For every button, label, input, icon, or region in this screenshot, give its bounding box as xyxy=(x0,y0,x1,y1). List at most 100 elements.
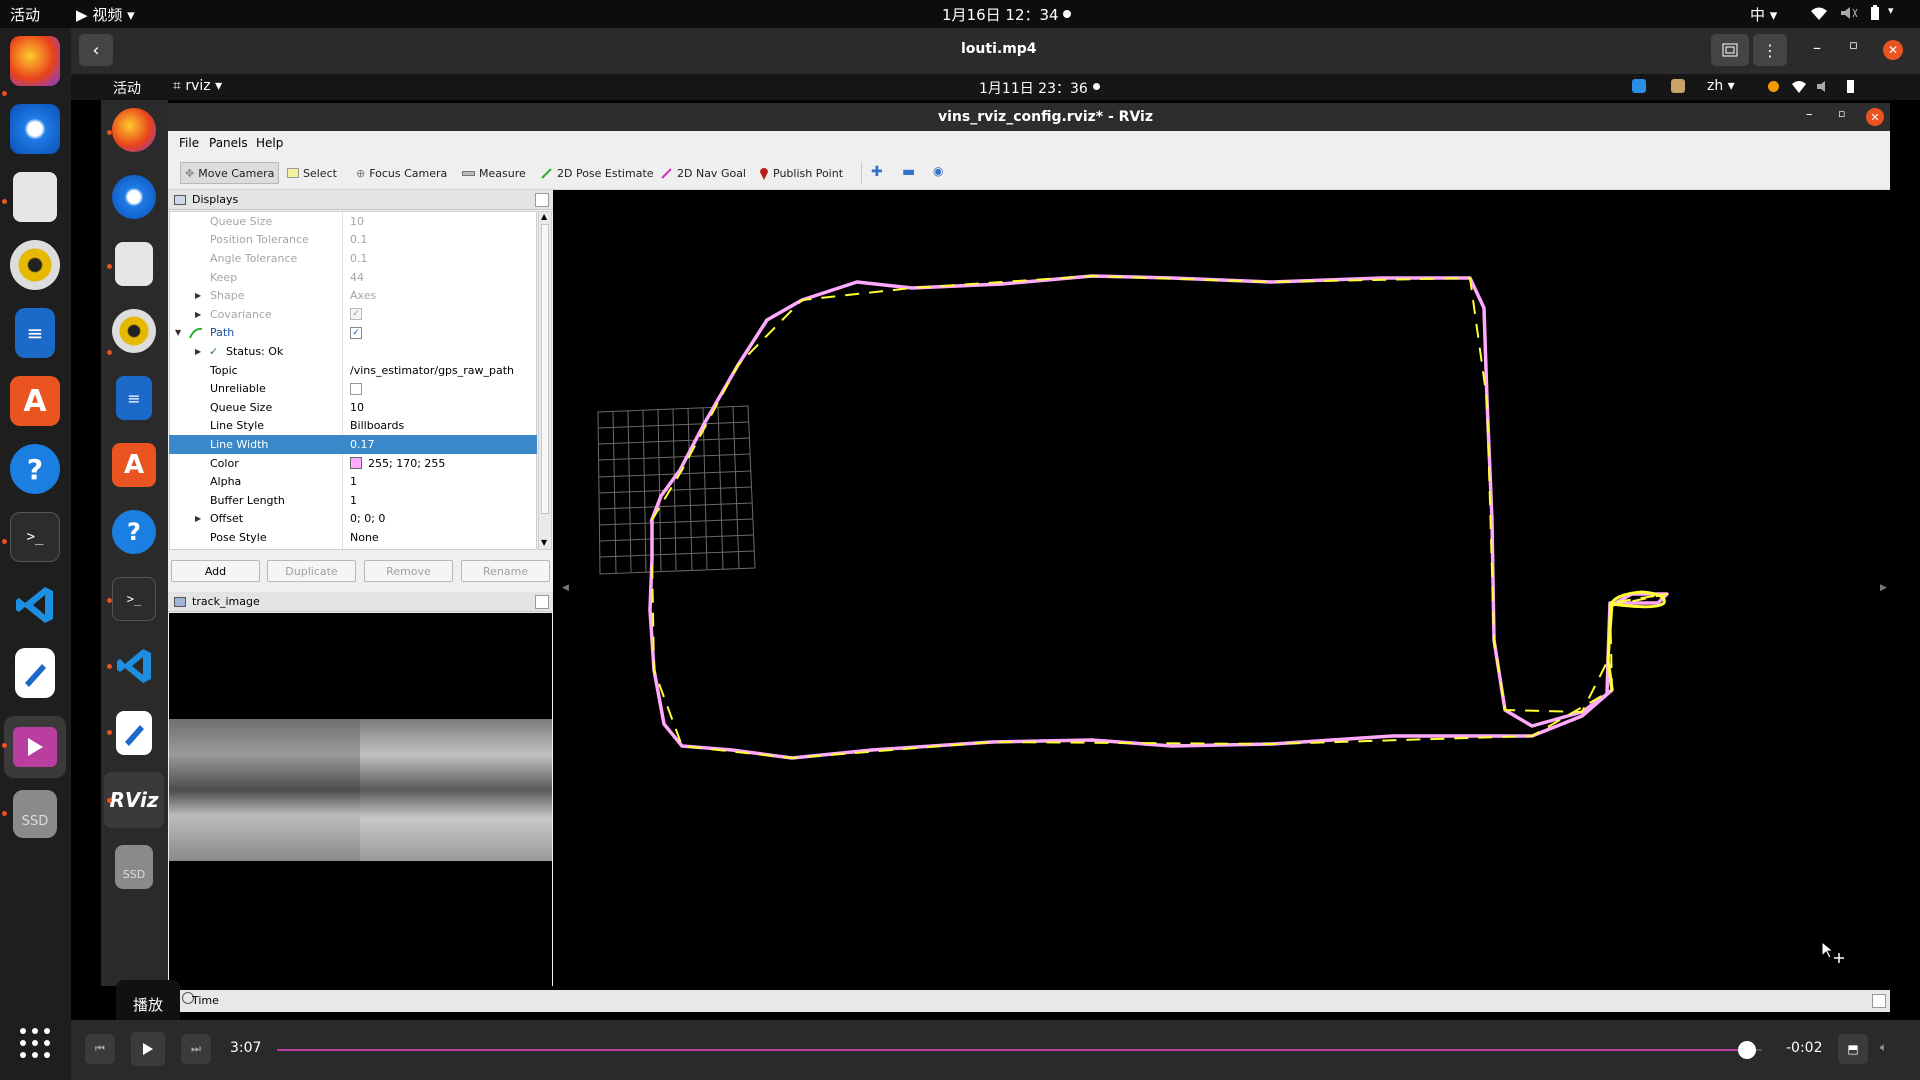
rhythmbox-icon[interactable] xyxy=(10,240,60,290)
property-row-keep[interactable]: Keep 44 xyxy=(169,268,537,287)
inner-input-method-label: zh xyxy=(1707,78,1724,94)
battery-icon[interactable] xyxy=(1870,5,1880,21)
image-undock-button[interactable] xyxy=(535,595,549,609)
seek-handle[interactable] xyxy=(1738,1041,1757,1059)
player-menu-button[interactable]: ⋮ xyxy=(1753,34,1787,66)
subtitles-button[interactable]: ⬒ xyxy=(1838,1034,1868,1064)
duplicate-display-button[interactable]: Duplicate xyxy=(267,560,356,582)
play-button[interactable] xyxy=(131,1032,165,1066)
3d-viewport[interactable] xyxy=(572,190,1875,986)
property-row-line-style[interactable]: Line Style Billboards xyxy=(169,417,537,436)
skip-back-button[interactable]: ⏮ xyxy=(85,1034,115,1064)
fullscreen-button[interactable] xyxy=(1711,34,1749,66)
back-button[interactable]: ‹ xyxy=(79,34,113,66)
terminal-icon[interactable]: >_ xyxy=(10,512,60,562)
property-row-alpha[interactable]: Alpha 1 xyxy=(169,472,537,491)
app-center-icon[interactable]: A xyxy=(10,376,60,426)
expand-arrow-icon[interactable]: ▶ xyxy=(195,291,201,300)
property-row-covariance[interactable]: ▶ Covariance ✓ xyxy=(169,305,537,324)
image-display-icon xyxy=(174,596,186,607)
maximize-button[interactable]: ▫ xyxy=(1849,38,1858,53)
activities-button[interactable]: 活动 xyxy=(10,4,40,25)
video-player-icon[interactable] xyxy=(4,716,66,778)
property-row-path[interactable]: ▼ Path ✓ xyxy=(169,324,537,343)
show-apps-icon[interactable] xyxy=(10,1018,60,1068)
property-row-angle-tolerance[interactable]: Angle Tolerance 0.1 xyxy=(169,249,537,268)
running-indicator xyxy=(107,664,112,669)
update-indicator-icon xyxy=(1768,81,1779,92)
expand-arrow-icon[interactable]: ▶ xyxy=(195,347,201,356)
scroll-down-icon[interactable]: ▼ xyxy=(541,538,547,547)
property-row-offset[interactable]: ▶ Offset 0; 0; 0 xyxy=(169,510,537,529)
files-icon[interactable] xyxy=(13,172,57,222)
property-key: Unreliable xyxy=(210,382,266,396)
splitter-right-arrow-icon[interactable]: ▶ xyxy=(1880,583,1887,593)
firefox-icon[interactable] xyxy=(10,36,60,86)
2d-pose-estimate-tool[interactable]: 2D Pose Estimate xyxy=(537,162,658,184)
system-menu-arrow-icon[interactable]: ▾ xyxy=(1888,4,1894,17)
property-row-topic[interactable]: Topic/vins_estimator/gps_raw_path xyxy=(169,361,537,380)
subtitles-icon: ⬒ xyxy=(1847,1042,1859,1056)
move-camera-tool[interactable]: ✥ Move Camera xyxy=(180,162,280,184)
skip-forward-button[interactable]: ⏭ xyxy=(181,1034,211,1064)
displays-scrollbar[interactable]: ▲ ▼ xyxy=(538,211,552,550)
menu-panels[interactable]: Panels xyxy=(209,136,248,150)
expand-arrow-icon[interactable]: ▶ xyxy=(195,514,201,523)
elapsed-time: 3:07 xyxy=(230,1040,262,1056)
property-row-color[interactable]: Color 255; 170; 255 xyxy=(169,454,537,473)
measure-tool[interactable]: Measure xyxy=(458,162,530,184)
tool-properties-icon[interactable]: ◉ xyxy=(933,164,943,178)
publish-point-tool[interactable]: Publish Point xyxy=(755,162,847,184)
rename-display-button[interactable]: Rename xyxy=(461,560,550,582)
collapse-arrow-icon[interactable]: ▼ xyxy=(175,328,181,337)
property-row-queue-size[interactable]: Queue Size 10 xyxy=(169,212,537,231)
nav-goal-label: 2D Nav Goal xyxy=(677,166,746,180)
menu-help[interactable]: Help xyxy=(256,136,283,150)
remove-display-button[interactable]: Remove xyxy=(364,560,453,582)
vscode-icon[interactable] xyxy=(10,580,60,630)
text-editor-icon[interactable] xyxy=(15,648,55,698)
property-row-status[interactable]: ▶ ✓ Status: Ok xyxy=(169,342,537,361)
path-enabled-checkbox[interactable]: ✓ xyxy=(350,326,362,339)
outer-dock: ≡ A ? >_ SSD xyxy=(0,28,71,1080)
property-row-line-width[interactable]: Line Width 0.17 xyxy=(169,435,537,454)
displays-undock-button[interactable] xyxy=(535,193,549,207)
property-row-queue-size[interactable]: Queue Size 10 xyxy=(169,398,537,417)
time-undock-button[interactable] xyxy=(1872,994,1886,1008)
expand-arrow-icon[interactable]: ▶ xyxy=(195,310,201,319)
thunderbird-icon[interactable] xyxy=(10,104,60,154)
app-menu[interactable]: ▶ 视频 ▾ xyxy=(76,4,135,25)
path-end-loop-yellow xyxy=(1606,590,1666,691)
add-tool-icon[interactable]: ✚ xyxy=(871,164,883,180)
close-button[interactable]: ✕ xyxy=(1883,40,1903,60)
clock[interactable]: 1月16日 12：34 xyxy=(942,4,1059,25)
remove-tool-icon[interactable]: ▬ xyxy=(902,164,915,180)
help-icon[interactable]: ? xyxy=(10,444,60,494)
property-row-buffer-length[interactable]: Buffer Length 1 xyxy=(169,491,537,510)
add-display-button[interactable]: Add xyxy=(171,560,260,582)
scroll-up-icon[interactable]: ▲ xyxy=(541,212,547,221)
scrollbar-thumb[interactable] xyxy=(541,224,549,514)
rviz-minimize-button: – xyxy=(1806,107,1813,122)
menu-file[interactable]: File xyxy=(179,136,199,150)
focus-camera-tool[interactable]: ⊕ Focus Camera xyxy=(352,162,451,184)
volume-icon[interactable] xyxy=(1840,6,1858,20)
wifi-icon[interactable] xyxy=(1810,6,1828,20)
covariance-checkbox[interactable]: ✓ xyxy=(350,308,362,321)
select-tool[interactable]: Select xyxy=(283,162,341,184)
volume-button[interactable]: 🔈︎ xyxy=(1880,1040,1887,1055)
2d-nav-goal-tool[interactable]: 2D Nav Goal xyxy=(657,162,750,184)
path-display-icon xyxy=(189,327,203,338)
property-row-pose-style[interactable]: Pose Style None xyxy=(169,528,537,547)
color-swatch[interactable] xyxy=(350,457,362,470)
splitter-left-arrow-icon[interactable]: ◀ xyxy=(562,583,569,593)
ssd-drive-icon[interactable]: SSD xyxy=(13,790,57,838)
property-row-shape[interactable]: ▶ Shape Axes xyxy=(169,286,537,305)
property-row-unreliable[interactable]: Unreliable xyxy=(169,379,537,398)
minimize-button[interactable]: – xyxy=(1813,38,1821,57)
writer-icon[interactable]: ≡ xyxy=(15,308,55,358)
unreliable-checkbox[interactable] xyxy=(350,382,362,395)
seek-bar[interactable] xyxy=(277,1041,1762,1059)
property-row-position-tolerance[interactable]: Position Tolerance 0.1 xyxy=(169,231,537,250)
input-method-indicator[interactable]: 中 ▾ xyxy=(1750,4,1777,25)
